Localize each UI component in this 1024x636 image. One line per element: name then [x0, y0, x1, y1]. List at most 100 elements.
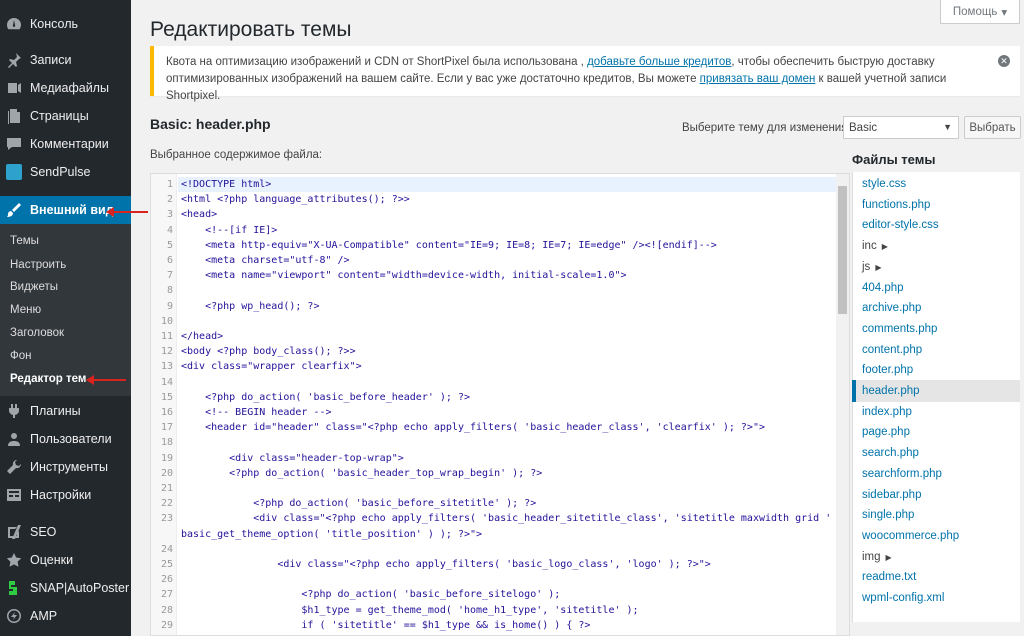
file-folder-item[interactable]: js ▶	[862, 258, 881, 276]
code-line[interactable]: 24	[151, 542, 841, 557]
code-line[interactable]: 4 <!--[if IE]>	[151, 223, 841, 238]
file-item[interactable]: readme.txt	[862, 568, 916, 586]
file-label: content.php	[862, 343, 923, 356]
file-item[interactable]: comments.php	[862, 320, 937, 338]
code-line[interactable]: 16 <!-- BEGIN header -->	[151, 405, 841, 420]
menu-item-snap-autoposter[interactable]: SNAP|AutoPoster	[0, 574, 131, 602]
file-label: inc	[862, 240, 877, 253]
link-domain-link[interactable]: привязать ваш домен	[700, 73, 816, 85]
file-item[interactable]: wpml-config.xml	[862, 589, 944, 607]
file-item[interactable]: woocommerce.php	[862, 527, 959, 545]
line-number: 14	[160, 376, 173, 388]
menu-item-users[interactable]: Пользователи	[0, 425, 131, 453]
submenu-item-themes[interactable]: Темы	[10, 232, 39, 250]
line-number: 28	[160, 604, 173, 616]
code-line[interactable]: 5 <meta http-equiv="X-UA-Compatible" con…	[151, 238, 841, 253]
close-icon[interactable]: ✕	[998, 55, 1010, 67]
expand-triangle-icon[interactable]: ▶	[886, 553, 892, 562]
annotation-arrow	[106, 207, 148, 217]
submenu-item-background[interactable]: Фон	[10, 347, 32, 365]
theme-select[interactable]: Basic ▼	[843, 116, 959, 139]
code-line[interactable]: 8	[151, 283, 841, 298]
editor-scrollbar[interactable]	[836, 174, 849, 635]
code-line[interactable]: 12 <body <?php body_class(); ?>>	[151, 344, 841, 359]
code-line[interactable]: 6 <meta charset="utf-8" />	[151, 253, 841, 268]
file-item[interactable]: style.css	[862, 175, 906, 193]
file-item[interactable]: footer.php	[862, 361, 913, 379]
menu-label: SNAP|AutoPoster	[30, 581, 130, 595]
code-line[interactable]: 22 <?php do_action( 'basic_before_siteti…	[151, 496, 841, 511]
pages-icon	[6, 108, 22, 124]
file-folder-item[interactable]: img ▶	[862, 548, 892, 566]
menu-item-media[interactable]: Медиафайлы	[0, 74, 131, 102]
code-line[interactable]: 13 <div class="wrapper clearfix">	[151, 359, 841, 374]
plugins-icon	[6, 403, 22, 419]
file-item[interactable]: header.php	[862, 382, 920, 400]
menu-item-settings[interactable]: Настройки	[0, 481, 131, 509]
code-line[interactable]: 28 $h1_type = get_theme_mod( 'home_h1_ty…	[151, 603, 841, 618]
expand-triangle-icon[interactable]: ▶	[882, 242, 888, 251]
file-item[interactable]: content.php	[862, 341, 922, 359]
file-item[interactable]: single.php	[862, 506, 914, 524]
code-line[interactable]: 25 <div class="<?php echo apply_filters(…	[151, 557, 841, 572]
submenu-item-theme-editor[interactable]: Редактор тем	[10, 370, 86, 388]
choose-theme-button[interactable]: Выбрать	[964, 116, 1021, 139]
code-line[interactable]: 9 <?php wp_head(); ?>	[151, 299, 841, 314]
code-line[interactable]: 11 </head>	[151, 329, 841, 344]
code-line[interactable]: 15 <?php do_action( 'basic_before_header…	[151, 390, 841, 405]
code-editor[interactable]: 1 <!DOCTYPE html> 2 <html <?php language_at…	[150, 173, 850, 636]
code-line[interactable]: 10	[151, 314, 841, 329]
menu-item-seo[interactable]: SEO	[0, 518, 131, 546]
code-line[interactable]: 18	[151, 435, 841, 450]
code-line[interactable]: 3 <head>	[151, 207, 841, 222]
theme-files-title: Файлы темы	[852, 152, 936, 167]
file-folder-item[interactable]: inc ▶	[862, 237, 888, 255]
file-item[interactable]: page.php	[862, 423, 910, 441]
line-code: <header id="header" class="<?php echo ap…	[181, 422, 765, 434]
help-button[interactable]: Помощь ▾	[940, 0, 1020, 24]
add-credits-link[interactable]: добавьте больше кредитов	[587, 56, 731, 68]
media-icon	[6, 80, 22, 96]
submenu-item-customize[interactable]: Настроить	[10, 256, 66, 274]
expand-triangle-icon[interactable]: ▶	[875, 263, 881, 272]
submenu-item-widgets[interactable]: Виджеты	[10, 278, 58, 296]
file-item[interactable]: index.php	[862, 403, 912, 421]
file-item[interactable]: search.php	[862, 444, 919, 462]
code-line[interactable]: basic_get_theme_option( 'title_position'…	[151, 527, 841, 542]
code-line[interactable]: 1 <!DOCTYPE html>	[151, 177, 841, 192]
admin-sidebar: Консоль Записи Медиафайлы Страницы Комме…	[0, 0, 131, 636]
file-label: wpml-config.xml	[862, 592, 945, 604]
code-line[interactable]: 29 if ( 'sitetitle' == $h1_type && is_ho…	[151, 618, 841, 633]
menu-item-tools[interactable]: Инструменты	[0, 453, 131, 481]
menu-label: Внешний вид	[30, 203, 114, 217]
menu-item-plugins[interactable]: Плагины	[0, 397, 131, 425]
code-line[interactable]: 17 <header id="header" class="<?php echo…	[151, 420, 841, 435]
file-item[interactable]: 404.php	[862, 279, 904, 297]
file-item[interactable]: functions.php	[862, 196, 930, 214]
menu-item-amp[interactable]: AMP	[0, 602, 131, 630]
menu-item-sendpulse[interactable]: SendPulse	[0, 158, 131, 186]
menu-item-pages[interactable]: Страницы	[0, 102, 131, 130]
tools-icon	[6, 459, 22, 475]
code-line[interactable]: 14	[151, 375, 841, 390]
code-line[interactable]: 26	[151, 572, 841, 587]
code-line[interactable]: 23 <div class="<?php echo apply_filters(…	[151, 511, 843, 526]
scrollbar-thumb[interactable]	[838, 186, 847, 314]
file-label: readme.txt	[862, 571, 917, 584]
file-item[interactable]: editor-style.css	[862, 216, 939, 234]
menu-item-dashboard[interactable]: Консоль	[0, 10, 131, 38]
file-item[interactable]: sidebar.php	[862, 486, 921, 504]
menu-item-comments[interactable]: Комментарии	[0, 130, 131, 158]
file-item[interactable]: searchform.php	[862, 465, 942, 483]
code-line[interactable]: 19 <div class="header-top-wrap">	[151, 451, 841, 466]
menu-item-posts[interactable]: Записи	[0, 46, 131, 74]
code-line[interactable]: 7 <meta name="viewport" content="width=d…	[151, 268, 841, 283]
code-line[interactable]: 21	[151, 481, 841, 496]
code-line[interactable]: 27 <?php do_action( 'basic_before_sitelo…	[151, 587, 841, 602]
submenu-item-header[interactable]: Заголовок	[10, 324, 64, 342]
menu-item-ratings[interactable]: Оценки	[0, 546, 131, 574]
code-line[interactable]: 20 <?php do_action( 'basic_header_top_wr…	[151, 466, 841, 481]
submenu-item-menus[interactable]: Меню	[10, 301, 41, 319]
file-item[interactable]: archive.php	[862, 299, 921, 317]
code-line[interactable]: 2 <html <?php language_attributes(); ?>>	[151, 192, 841, 207]
